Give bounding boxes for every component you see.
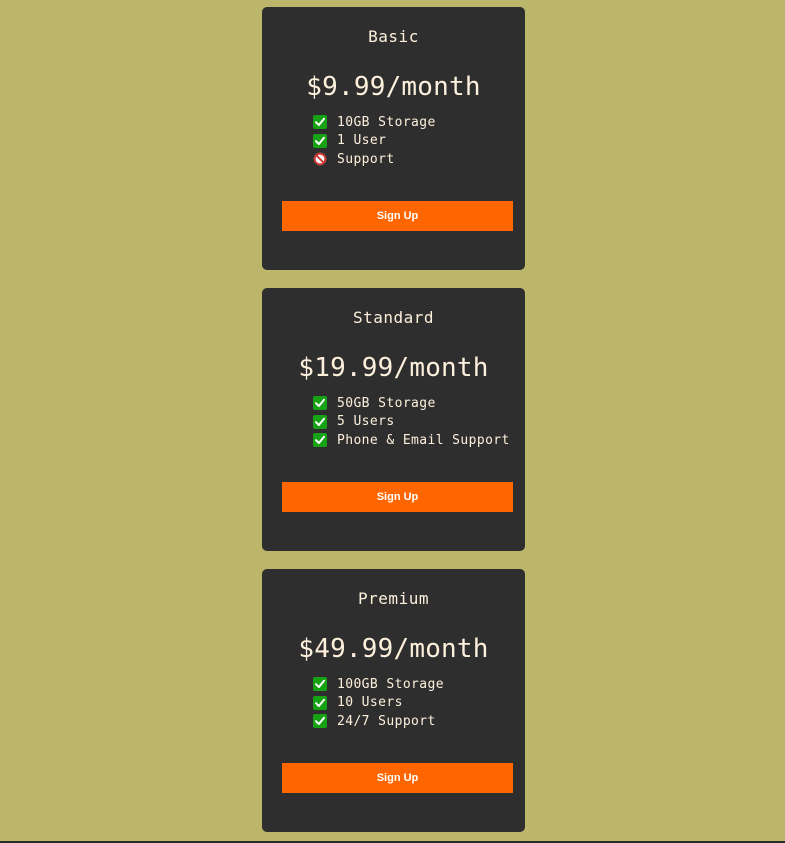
feature-item: 50GB Storage — [313, 394, 525, 413]
pricing-card-premium: Premium $49.99/month 100GB Storage 10 Us… — [262, 569, 525, 832]
feature-label: Support — [337, 151, 395, 167]
plan-title: Premium — [358, 589, 429, 608]
prohibited-icon — [313, 152, 327, 166]
check-mark-icon — [313, 133, 327, 148]
plan-price: $49.99/month — [298, 634, 489, 664]
sign-up-button[interactable]: Sign Up — [282, 201, 513, 231]
feature-label: 24/7 Support — [337, 713, 436, 729]
pricing-card-basic: Basic $9.99/month 10GB Storage 1 User Su… — [262, 7, 525, 270]
feature-list: 100GB Storage 10 Users 24/7 Support — [313, 675, 525, 731]
plan-title: Basic — [368, 27, 419, 46]
feature-label: 1 User — [337, 133, 387, 149]
check-mark-icon — [313, 414, 327, 429]
feature-label: Phone & Email Support — [337, 432, 510, 448]
check-mark-icon — [313, 396, 327, 411]
feature-item: 1 User — [313, 132, 525, 151]
feature-label: 5 Users — [337, 414, 395, 430]
feature-list: 50GB Storage 5 Users Phone & Email Suppo… — [313, 394, 525, 450]
check-mark-icon — [313, 433, 327, 448]
feature-item: Support — [313, 150, 525, 169]
check-mark-icon — [313, 714, 327, 729]
feature-item: 100GB Storage — [313, 675, 525, 694]
feature-item: 5 Users — [313, 413, 525, 432]
feature-item: 10GB Storage — [313, 113, 525, 132]
sign-up-button[interactable]: Sign Up — [282, 763, 513, 793]
feature-item: 24/7 Support — [313, 712, 525, 731]
check-mark-icon — [313, 115, 327, 130]
feature-label: 10 Users — [337, 695, 403, 711]
feature-label: 100GB Storage — [337, 676, 444, 692]
feature-item: Phone & Email Support — [313, 431, 525, 450]
feature-list: 10GB Storage 1 User Support — [313, 113, 525, 169]
feature-item: 10 Users — [313, 694, 525, 713]
plan-price: $19.99/month — [298, 353, 489, 383]
plan-title: Standard — [352, 308, 435, 327]
sign-up-button[interactable]: Sign Up — [282, 482, 513, 512]
plan-price: $9.99/month — [306, 72, 481, 102]
feature-label: 50GB Storage — [337, 395, 436, 411]
check-mark-icon — [313, 677, 327, 692]
feature-label: 10GB Storage — [337, 114, 436, 130]
pricing-card-standard: Standard $19.99/month 50GB Storage 5 Use… — [262, 288, 525, 551]
check-mark-icon — [313, 695, 327, 710]
